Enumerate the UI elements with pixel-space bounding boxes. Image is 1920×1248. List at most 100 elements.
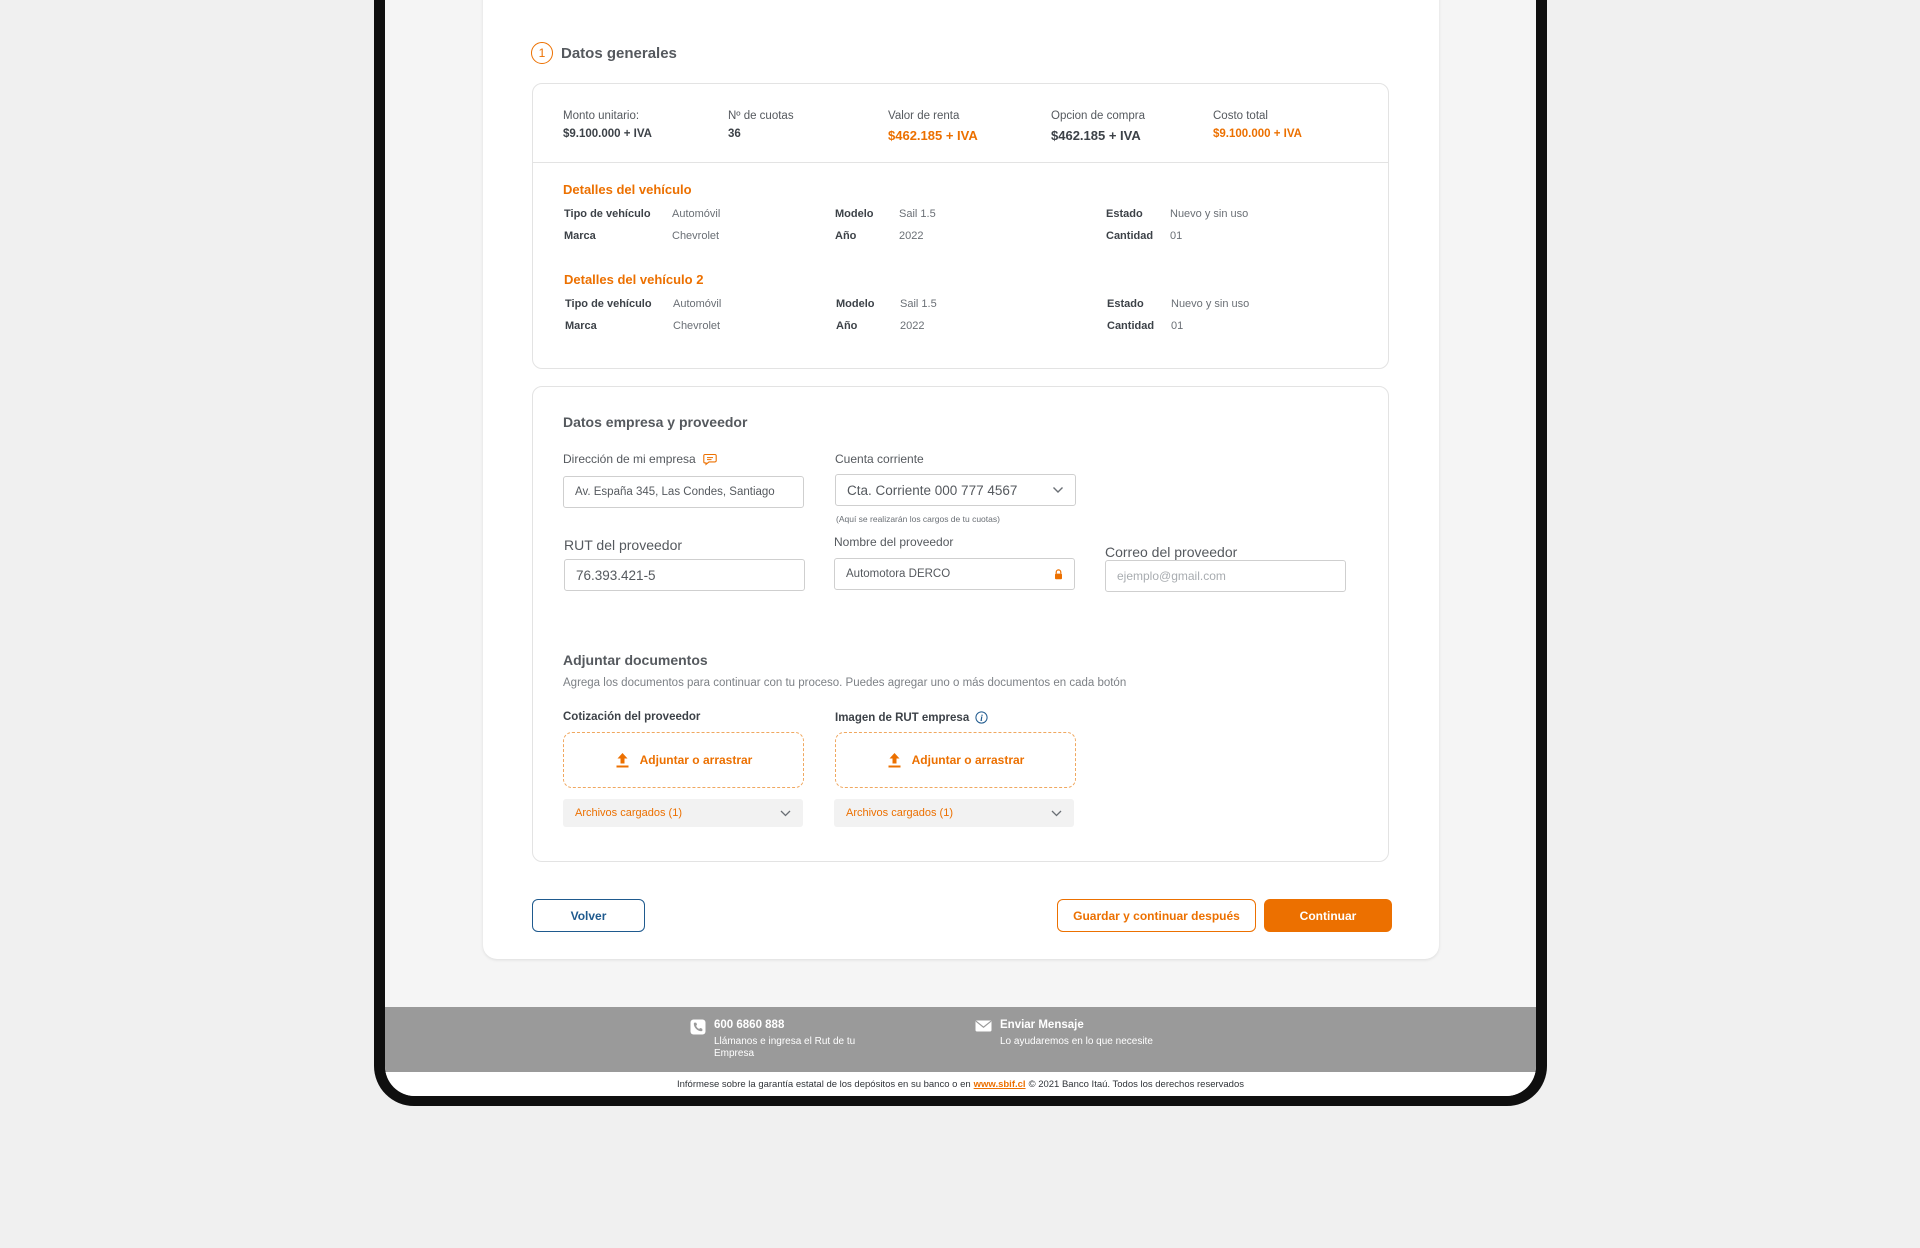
summary-label: Costo total (1213, 110, 1268, 122)
quote-files-dropdown[interactable]: Archivos cargados (1) (563, 799, 803, 827)
footer-message[interactable]: Enviar Mensaje Lo ayudaremos en lo que n… (975, 1019, 1153, 1048)
upload-icon (888, 752, 901, 767)
summary-value: $9.100.000 + IVA (563, 128, 652, 140)
quote-label: Cotización del proveedor (563, 711, 701, 723)
section-title: Datos generales (561, 44, 677, 62)
account-label: Cuenta corriente (835, 452, 924, 466)
footer-phone[interactable]: 600 6860 888 Llámanos e ingresa el Rut d… (690, 1019, 864, 1060)
summary-label: Nº de cuotas (728, 110, 794, 122)
step-number-badge: 1 (531, 42, 553, 64)
info-icon[interactable]: i (975, 711, 988, 724)
chevron-down-icon (1051, 810, 1062, 816)
vehicle-label: Cantidad (1107, 320, 1155, 332)
message-subtitle: Lo ayudaremos en lo que necesite (1000, 1036, 1153, 1047)
vehicle-label: Marca (565, 320, 597, 332)
vehicle-title: Detalles del vehículo (563, 182, 692, 197)
summary-opcion: Opcion de compra $462.185 + IVA (1051, 110, 1145, 143)
message-title: Enviar Mensaje (1000, 1019, 1084, 1031)
save-continue-later-button[interactable]: Guardar y continuar después (1057, 899, 1256, 932)
provider-name-label: Nombre del proveedor (834, 535, 954, 549)
provider-name-value: Automotora DERCO (846, 568, 951, 580)
rut-image-label: Imagen de RUT empresa (835, 711, 970, 724)
vehicle-grid: Tipo de vehículo Automóvil Marca Chevrol… (564, 298, 1364, 342)
vehicle-grid: Tipo de vehículo Automóvil Marca Chevrol… (563, 208, 1363, 252)
footer: 600 6860 888 Llámanos e ingresa el Rut d… (385, 1007, 1536, 1072)
vehicle-value: 01 (1171, 320, 1184, 332)
vehicle-label: Modelo (835, 208, 874, 220)
screen: 1 Datos generales Monto unitario: $9.100… (385, 0, 1536, 1096)
vehicle-value: Sail 1.5 (899, 208, 936, 220)
summary-value: 36 (728, 128, 741, 140)
summary-renta: Valor de renta $462.185 + IVA (888, 110, 978, 143)
mail-icon (975, 1020, 992, 1032)
attach-label: Adjuntar o arrastrar (911, 753, 1025, 767)
back-button[interactable]: Volver (532, 899, 645, 932)
summary-costo: Costo total $9.100.000 + IVA (1213, 110, 1302, 140)
account-value: Cta. Corriente 000 777 4567 (847, 482, 1018, 498)
vehicle-label: Estado (1106, 208, 1143, 220)
documents-help: Agrega los documentos para continuar con… (563, 677, 1127, 689)
continue-button[interactable]: Continuar (1264, 899, 1392, 932)
rut-image-label-wrap: Imagen de RUT empresa i (835, 711, 988, 724)
sbif-link[interactable]: www.sbif.cl (974, 1079, 1026, 1090)
vehicle-value: 01 (1170, 230, 1183, 242)
vehicle-value: Automóvil (672, 208, 721, 220)
provider-email-input[interactable]: ejemplo@gmail.com (1105, 560, 1346, 592)
general-data-box: Monto unitario: $9.100.000 + IVA Nº de c… (532, 83, 1389, 369)
summary-cuotas: Nº de cuotas 36 (728, 110, 794, 140)
vehicle-value: Automóvil (673, 298, 722, 310)
vehicle-value: Chevrolet (672, 230, 720, 242)
summary-label: Valor de renta (888, 110, 960, 122)
summary-label: Monto unitario: (563, 110, 640, 122)
vehicle-value: Nuevo y sin uso (1170, 208, 1249, 220)
account-hint: (Aquí se realizarán los cargos de tu cuo… (836, 514, 1000, 524)
files-label: Archivos cargados (1) (575, 807, 682, 819)
rut-image-dropzone[interactable]: Adjuntar o arrastrar (835, 732, 1076, 788)
vehicle-label: Año (836, 320, 858, 332)
phone-subtitle: Llámanos e ingresa el Rut de tu Empresa (714, 1036, 856, 1059)
chevron-down-icon (780, 810, 791, 816)
legal-bar: Infórmese sobre la garantía estatal de l… (385, 1072, 1536, 1096)
vehicle-label: Tipo de vehículo (564, 208, 651, 220)
section-header: 1 Datos generales (531, 42, 677, 64)
vehicle-value: Sail 1.5 (900, 298, 937, 310)
vehicle-label: Estado (1107, 298, 1144, 310)
account-select[interactable]: Cta. Corriente 000 777 4567 (835, 474, 1076, 506)
copyright-text: © 2021 Banco Itaú. Todos los derechos re… (1028, 1078, 1244, 1090)
vehicle-label: Modelo (836, 298, 875, 310)
vehicle-label: Año (835, 230, 857, 242)
rut-image-files-dropdown[interactable]: Archivos cargados (1) (834, 799, 1074, 827)
summary-row: Monto unitario: $9.100.000 + IVA Nº de c… (533, 84, 1388, 163)
quote-dropzone[interactable]: Adjuntar o arrastrar (563, 732, 804, 788)
address-label: Dirección de mi empresa (563, 452, 696, 466)
documents-title: Adjuntar documentos (563, 652, 708, 668)
vehicle-details-1: Detalles del vehículo Tipo de vehículo A… (563, 182, 1248, 242)
vehicle-value: 2022 (899, 230, 924, 242)
phone-icon (690, 1019, 706, 1035)
provider-rut-label: RUT del proveedor (564, 537, 683, 553)
provider-rut-value: 76.393.421-5 (576, 567, 656, 583)
company-section-title: Datos empresa y proveedor (563, 414, 748, 430)
vehicle-value: 2022 (900, 320, 925, 332)
summary-label: Opcion de compra (1051, 110, 1145, 122)
company-provider-box: Datos empresa y proveedor Dirección de m… (532, 386, 1389, 862)
summary-value: $9.100.000 + IVA (1213, 128, 1302, 140)
provider-name-input: Automotora DERCO (834, 558, 1075, 590)
provider-rut-input[interactable]: 76.393.421-5 (564, 559, 805, 591)
legal-text: Infórmese sobre la garantía estatal de l… (677, 1078, 971, 1090)
provider-email-label: Correo del proveedor (1105, 544, 1238, 560)
vehicle-details-2: Detalles del vehículo 2 Tipo de vehículo… (564, 272, 1249, 332)
device-frame: 1 Datos generales Monto unitario: $9.100… (374, 0, 1547, 1106)
vehicle-label: Cantidad (1106, 230, 1154, 242)
provider-email-placeholder: ejemplo@gmail.com (1117, 569, 1226, 583)
vehicle-label: Marca (564, 230, 596, 242)
form-card: 1 Datos generales Monto unitario: $9.100… (483, 0, 1439, 959)
files-label: Archivos cargados (1) (846, 807, 953, 819)
comment-icon[interactable] (702, 453, 717, 466)
address-input[interactable]: Av. España 345, Las Condes, Santiago (563, 476, 804, 508)
summary-monto: Monto unitario: $9.100.000 + IVA (563, 110, 652, 140)
vehicle-value: Nuevo y sin uso (1171, 298, 1250, 310)
summary-value: $462.185 + IVA (1051, 128, 1141, 143)
vehicle-value: Chevrolet (673, 320, 721, 332)
summary-value: $462.185 + IVA (888, 128, 978, 143)
